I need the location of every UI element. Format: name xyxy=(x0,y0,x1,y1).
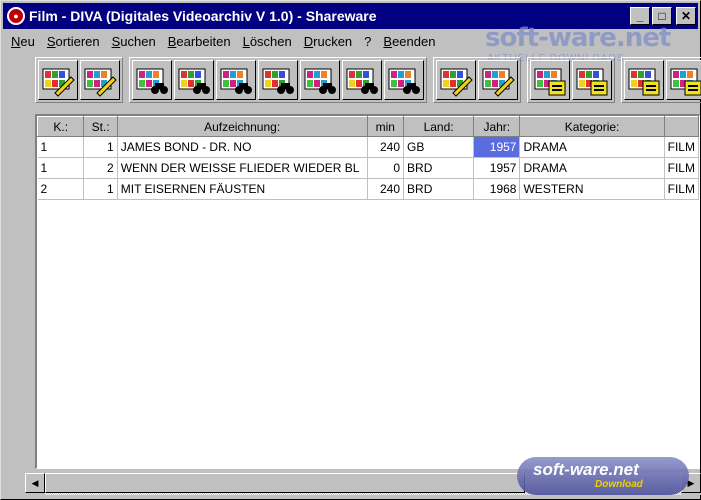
search-face-binoculars-icon[interactable] xyxy=(132,60,172,100)
cell-title[interactable]: JAMES BOND - DR. NO xyxy=(117,136,368,158)
cell-k[interactable]: 2 xyxy=(37,178,85,200)
cell-kategorie[interactable]: DRAMA xyxy=(519,136,665,158)
cell-land[interactable]: BRD xyxy=(403,157,475,179)
film-table[interactable]: K.: St.: Aufzeichnung: min Land: Jahr: K… xyxy=(35,114,700,469)
menu-sortieren[interactable]: Sortieren xyxy=(41,34,106,49)
film-key-icon[interactable] xyxy=(624,60,664,100)
column-header-land[interactable]: Land: xyxy=(403,116,475,137)
record-binoculars-icon[interactable] xyxy=(384,60,424,100)
cell-extra[interactable]: FILM xyxy=(664,178,699,200)
cell-jahr[interactable]: 1968 xyxy=(473,178,521,200)
cell-k[interactable]: 1 xyxy=(37,157,85,179)
film-pencil-icon[interactable] xyxy=(478,60,518,100)
book-binoculars-icon[interactable] xyxy=(342,60,382,100)
table-row[interactable]: 1 1 JAMES BOND - DR. NO 240 GB 1957 DRAM… xyxy=(37,136,699,158)
film-print-icon[interactable] xyxy=(530,60,570,100)
column-header-extra[interactable] xyxy=(663,116,699,137)
column-header-st[interactable]: St.: xyxy=(83,116,118,137)
cell-kategorie[interactable]: WESTERN xyxy=(519,178,665,200)
close-button[interactable]: ✕ xyxy=(676,7,696,25)
window-title: Film - DIVA (Digitales Videoarchiv V 1.0… xyxy=(29,8,377,24)
app-icon[interactable]: ● xyxy=(7,7,25,25)
toolbar xyxy=(35,57,701,103)
table-row[interactable]: 1 2 WENN DER WEISSE FLIEDER WIEDER BL 0 … xyxy=(37,157,699,179)
film-strip-hand-icon[interactable] xyxy=(38,60,78,100)
toolbar-group xyxy=(433,57,521,103)
cell-extra[interactable]: FILM xyxy=(664,136,699,158)
film-grid: K.: St.: Aufzeichnung: min Land: Jahr: K… xyxy=(37,116,699,200)
cell-title[interactable]: WENN DER WEISSE FLIEDER WIEDER BL xyxy=(117,157,368,179)
film-binoculars-2-icon[interactable] xyxy=(216,60,256,100)
menu-bearbeiten[interactable]: Bearbeiten xyxy=(162,34,237,49)
column-header-kategorie[interactable]: Kategorie: xyxy=(519,116,665,137)
cell-jahr[interactable]: 1957 xyxy=(473,157,521,179)
person-binoculars-icon[interactable] xyxy=(300,60,340,100)
menu-help[interactable]: ? xyxy=(358,34,377,49)
toolbar-group xyxy=(129,57,427,103)
cell-min[interactable]: 240 xyxy=(367,136,405,158)
cell-min[interactable]: 240 xyxy=(367,178,405,200)
table-row[interactable]: 2 1 MIT EISERNEN FÄUSTEN 240 BRD 1968 WE… xyxy=(37,178,699,200)
cell-k[interactable]: 1 xyxy=(37,136,85,158)
scroll-left-arrow-icon[interactable]: ◀ xyxy=(25,473,45,493)
menu-neu[interactable]: Neu xyxy=(5,34,41,49)
watermark-logo: soft-ware.net xyxy=(485,23,671,53)
watermark-badge-sub: Download xyxy=(595,479,643,490)
film-strip-pen-icon[interactable] xyxy=(80,60,120,100)
scrollbar-thumb[interactable] xyxy=(45,473,525,493)
toolbar-group xyxy=(35,57,123,103)
menu-beenden[interactable]: Beenden xyxy=(377,34,441,49)
film-edit-icon[interactable] xyxy=(436,60,476,100)
menu-loeschen[interactable]: Löschen xyxy=(237,34,298,49)
column-header-jahr[interactable]: Jahr: xyxy=(473,116,521,137)
cell-kategorie[interactable]: DRAMA xyxy=(519,157,665,179)
watermark-badge-text: soft-ware.net xyxy=(533,460,639,479)
people-binoculars-icon[interactable] xyxy=(258,60,298,100)
column-header-k[interactable]: K.: xyxy=(37,116,85,137)
cell-st[interactable]: 2 xyxy=(83,157,118,179)
cell-land[interactable]: BRD xyxy=(403,178,475,200)
menu-drucken[interactable]: Drucken xyxy=(298,34,358,49)
cell-jahr-selected[interactable]: 1957 xyxy=(473,136,521,158)
cell-st[interactable]: 1 xyxy=(83,178,118,200)
column-header-aufzeichnung[interactable]: Aufzeichnung: xyxy=(116,116,368,137)
column-header-min[interactable]: min xyxy=(366,116,405,137)
film-print-2-icon[interactable] xyxy=(572,60,612,100)
toolbar-group xyxy=(527,57,615,103)
cell-land[interactable]: GB xyxy=(403,136,475,158)
menu-suchen[interactable]: Suchen xyxy=(106,34,162,49)
menu-bar: Neu Sortieren Suchen Bearbeiten Löschen … xyxy=(5,31,441,51)
cell-extra[interactable]: FILM xyxy=(664,157,699,179)
cell-min[interactable]: 0 xyxy=(367,157,405,179)
main-window: ● Film - DIVA (Digitales Videoarchiv V 1… xyxy=(0,0,701,500)
cell-st[interactable]: 1 xyxy=(83,136,118,158)
toolbar-group xyxy=(621,57,701,103)
table-header-row: K.: St.: Aufzeichnung: min Land: Jahr: K… xyxy=(37,116,699,137)
film-binoculars-icon[interactable] xyxy=(174,60,214,100)
film-key-2-icon[interactable] xyxy=(666,60,701,100)
cell-title[interactable]: MIT EISERNEN FÄUSTEN xyxy=(117,178,368,200)
